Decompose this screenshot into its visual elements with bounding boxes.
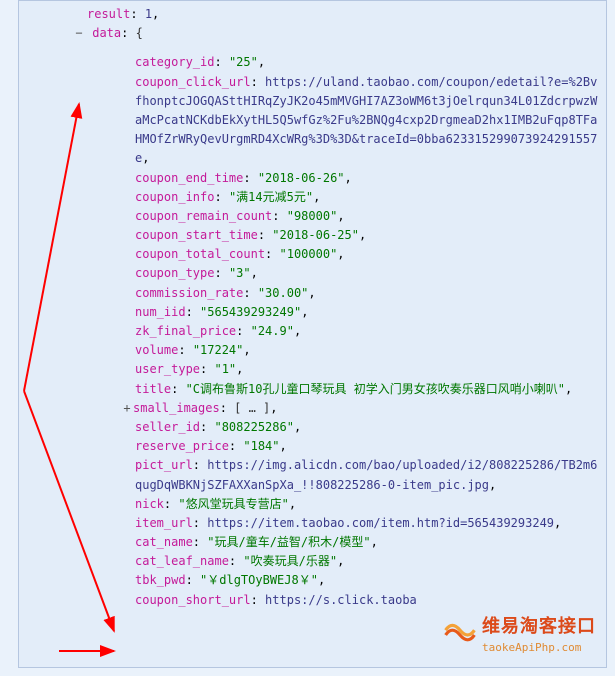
row-reserve-price: reserve_price: "184", — [27, 437, 598, 456]
key-result: result — [87, 7, 130, 21]
row-cat-leaf-name: cat_leaf_name: "吹奏玩具/乐器", — [27, 552, 598, 571]
row-cat-name: cat_name: "玩具/童车/益智/积木/模型", — [27, 533, 598, 552]
row-coupon-total-count: coupon_total_count: "100000", — [27, 245, 598, 264]
watermark-text-cn: 维易淘客接口 — [482, 613, 596, 642]
row-coupon-start-time: coupon_start_time: "2018-06-25", — [27, 226, 598, 245]
val-coupon-short-url[interactable]: https://s.click.taoba — [265, 593, 417, 607]
row-coupon-end-time: coupon_end_time: "2018-06-26", — [27, 169, 598, 188]
json-data-line[interactable]: − data: { — [27, 24, 598, 43]
row-coupon-click-url: coupon_click_url: https://uland.taobao.c… — [27, 73, 598, 169]
row-user-type: user_type: "1", — [27, 360, 598, 379]
row-item-url: item_url: https://item.taobao.com/item.h… — [27, 514, 598, 533]
row-zk-final-price: zk_final_price: "24.9", — [27, 322, 598, 341]
row-category-id: category_id: "25", — [27, 53, 598, 72]
expand-toggle-small-images[interactable]: + — [121, 399, 133, 418]
row-coupon-short-url: coupon_short_url: https://s.click.taoba — [27, 591, 598, 610]
row-volume: volume: "17224", — [27, 341, 598, 360]
json-result-line: result: 1, — [27, 5, 598, 24]
json-viewer-panel: result: 1, − data: { category_id: "25", … — [18, 0, 607, 668]
val-item-url[interactable]: https://item.taobao.com/item.htm?id=5654… — [207, 516, 554, 530]
row-pict-url: pict_url: https://img.alicdn.com/bao/upl… — [27, 456, 598, 494]
row-small-images[interactable]: +small_images: [ … ], — [27, 399, 598, 418]
watermark-logo-icon — [444, 619, 476, 651]
row-commission-rate: commission_rate: "30.00", — [27, 284, 598, 303]
row-tbk-pwd: tbk_pwd: "￥dlgTOyBWEJ8￥", — [27, 571, 598, 590]
row-coupon-type: coupon_type: "3", — [27, 264, 598, 283]
row-seller-id: seller_id: "808225286", — [27, 418, 598, 437]
row-nick: nick: "悠风堂玩具专营店", — [27, 495, 598, 514]
collapse-toggle-data[interactable]: − — [73, 24, 85, 43]
watermark: 维易淘客接口 taokeApiPhp.com — [444, 613, 596, 657]
row-coupon-remain-count: coupon_remain_count: "98000", — [27, 207, 598, 226]
row-title: title: "C调布鲁斯10孔儿童口琴玩具 初学入门男女孩吹奏乐器口风哨小喇叭… — [27, 380, 598, 399]
watermark-text-en: taokeApiPhp.com — [482, 639, 596, 657]
val-result: 1 — [145, 7, 152, 21]
row-num-iid: num_iid: "565439293249", — [27, 303, 598, 322]
key-data: data — [92, 26, 121, 40]
row-coupon-info: coupon_info: "满14元减5元", — [27, 188, 598, 207]
